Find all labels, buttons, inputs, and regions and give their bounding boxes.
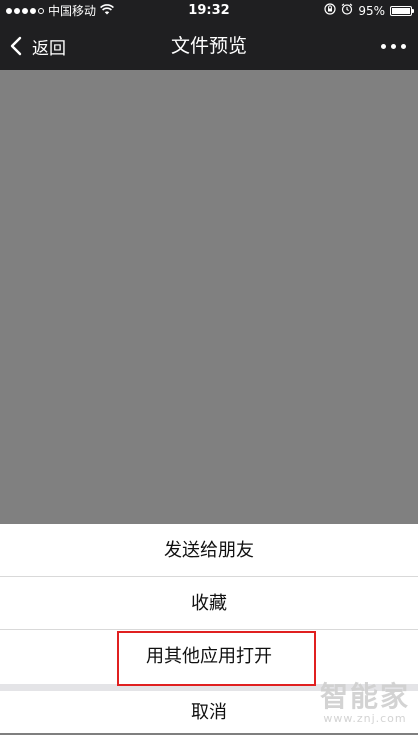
lock-rotation-icon — [324, 0, 336, 22]
watermark-text: 智能家 — [319, 680, 410, 713]
navigation-bar: 返回 文件预览 — [0, 22, 418, 70]
more-dots-icon[interactable] — [381, 22, 406, 70]
status-bar: 中国移动 19:32 95% — [0, 0, 418, 22]
top-bar: 中国移动 19:32 95% 返回 文件预览 — [0, 0, 418, 70]
battery-percent: 95% — [358, 4, 385, 18]
favorite-button[interactable]: 收藏 — [0, 577, 418, 630]
page-title: 文件预览 — [170, 35, 247, 57]
watermark-url: www.znj.com — [323, 712, 407, 725]
send-to-friend-button[interactable]: 发送给朋友 — [0, 524, 418, 577]
open-with-other-app-button[interactable]: 用其他应用打开 — [0, 630, 418, 684]
file-preview-area — [0, 70, 418, 524]
alarm-icon — [341, 0, 353, 22]
status-right: 95% — [324, 0, 414, 22]
battery-icon — [390, 6, 414, 16]
watermark: 智能家 www.znj.com — [319, 680, 410, 726]
